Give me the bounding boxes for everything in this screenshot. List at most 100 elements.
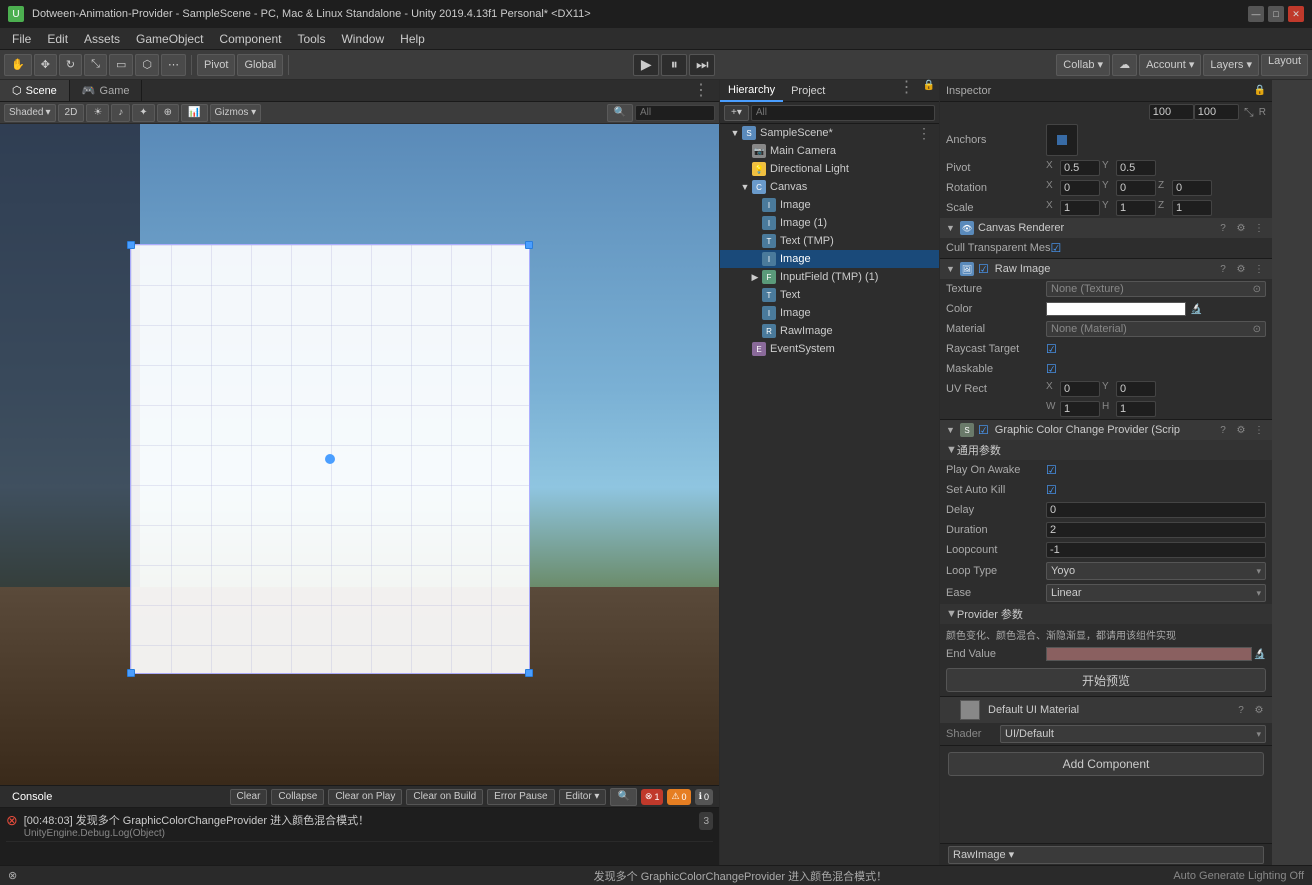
tree-item-samplescene[interactable]: ▼ S SampleScene* ⋮ <box>720 124 939 142</box>
tree-item-maincamera[interactable]: 📷 Main Camera <box>720 142 939 160</box>
gizmos-dropdown[interactable]: Gizmos ▾ <box>210 104 262 122</box>
duration-input[interactable] <box>1046 522 1266 538</box>
rect-tool[interactable]: ▭ <box>109 54 133 76</box>
global-button[interactable]: Global <box>237 54 283 76</box>
tree-item-texttmp[interactable]: T Text (TMP) <box>720 232 939 250</box>
graphic-color-menu[interactable]: ⋮ <box>1252 425 1266 436</box>
collapse-button[interactable]: Collapse <box>271 789 324 805</box>
menu-tools[interactable]: Tools <box>289 30 333 48</box>
default-ui-settings[interactable]: ⚙ <box>1252 705 1266 716</box>
tree-item-directionallight[interactable]: 💡 Directional Light <box>720 160 939 178</box>
rotation-z[interactable] <box>1172 180 1212 196</box>
default-ui-material-header[interactable]: Default UI Material ? ⚙ <box>940 697 1272 723</box>
rawimage-bottom-dropdown[interactable]: RawImage ▾ <box>948 846 1264 864</box>
pivot-button[interactable]: Pivot <box>197 54 235 76</box>
uvrect-y[interactable] <box>1116 381 1156 397</box>
raw-image-enabled[interactable]: ☑ <box>978 262 989 276</box>
tree-item-image1[interactable]: I Image <box>720 196 939 214</box>
rotation-y[interactable] <box>1116 180 1156 196</box>
move-tool[interactable]: ✥ <box>34 54 57 76</box>
play-on-awake-checkbox[interactable]: ☑ <box>1046 463 1057 477</box>
raw-image-menu[interactable]: ⋮ <box>1252 264 1266 275</box>
tree-item-inputfield[interactable]: ▶ F InputField (TMP) (1) <box>720 268 939 286</box>
tree-item-eventsystem[interactable]: E EventSystem <box>720 340 939 358</box>
minimize-button[interactable]: — <box>1248 6 1264 22</box>
effects-toggle[interactable]: ✦ <box>132 104 154 122</box>
tree-item-image2[interactable]: I Image (1) <box>720 214 939 232</box>
maskable-checkbox[interactable]: ☑ <box>1046 362 1057 376</box>
canvas-renderer-settings[interactable]: ⚙ <box>1234 223 1248 234</box>
pause-button[interactable]: ⏸ <box>661 54 687 76</box>
menu-window[interactable]: Window <box>333 30 392 48</box>
search-console-icon[interactable]: 🔍 <box>610 788 636 806</box>
width-input[interactable] <box>1149 104 1194 120</box>
light-toggle[interactable]: ☀ <box>86 104 109 122</box>
shader-dropdown[interactable]: UI/Default ▾ <box>1000 725 1266 743</box>
graphic-color-settings[interactable]: ⚙ <box>1234 425 1248 436</box>
raw-image-help[interactable]: ? <box>1216 264 1230 275</box>
raw-image-header[interactable]: ▼ 🖼 ☑ Raw Image ? ⚙ ⋮ <box>940 259 1272 279</box>
console-tab[interactable]: Console <box>6 791 58 803</box>
loop-type-dropdown[interactable]: Yoyo ▾ <box>1046 562 1266 580</box>
menu-assets[interactable]: Assets <box>76 30 128 48</box>
scale-y[interactable] <box>1116 200 1156 216</box>
preview-button[interactable]: 开始预览 <box>946 668 1266 692</box>
color-swatch[interactable] <box>1046 302 1186 316</box>
nav-toggle[interactable]: ⊕ <box>157 104 179 122</box>
tab-game[interactable]: 🎮 Game <box>70 80 143 101</box>
tree-item-image4[interactable]: I Image <box>720 304 939 322</box>
menu-help[interactable]: Help <box>392 30 433 48</box>
set-auto-kill-checkbox[interactable]: ☑ <box>1046 483 1057 497</box>
rotation-x[interactable] <box>1060 180 1100 196</box>
pivot-x[interactable] <box>1060 160 1100 176</box>
collab-button[interactable]: Collab ▾ <box>1056 54 1110 76</box>
rotate-tool[interactable]: ↻ <box>59 54 82 76</box>
scene-menu-btn[interactable]: ⋮ <box>913 126 935 140</box>
search-icon[interactable]: 🔍 <box>607 104 633 122</box>
handle-bottom-right[interactable] <box>525 669 533 677</box>
handle-top-left[interactable] <box>127 241 135 249</box>
hand-tool[interactable]: ✋ <box>4 54 32 76</box>
hierarchy-search-input[interactable] <box>751 105 935 121</box>
handle-top-right[interactable] <box>525 241 533 249</box>
scene-view[interactable] <box>0 124 719 785</box>
transform-tool[interactable]: ⬡ <box>135 54 159 76</box>
layers-button[interactable]: Layers ▾ <box>1203 54 1259 76</box>
end-value-eyedropper[interactable]: 🔬 <box>1254 649 1266 660</box>
stats-toggle[interactable]: 📊 <box>181 104 207 122</box>
clear-on-build-button[interactable]: Clear on Build <box>406 789 483 805</box>
delay-input[interactable] <box>1046 502 1266 518</box>
cull-transparent-checkbox[interactable]: ☑ <box>1051 241 1062 255</box>
clear-button[interactable]: Clear <box>230 789 268 805</box>
raycast-checkbox[interactable]: ☑ <box>1046 342 1057 356</box>
tab-project[interactable]: Project <box>783 80 833 102</box>
tree-item-image3[interactable]: I Image <box>720 250 939 268</box>
uvrect-x[interactable] <box>1060 381 1100 397</box>
tree-item-text[interactable]: T Text <box>720 286 939 304</box>
canvas-renderer-header[interactable]: ▼ 👁 Canvas Renderer ? ⚙ ⋮ <box>940 218 1272 238</box>
play-button[interactable]: ▶ <box>633 54 659 76</box>
cloud-button[interactable]: ☁ <box>1112 54 1137 76</box>
scene-search-input[interactable] <box>635 105 715 121</box>
handle-bottom-left[interactable] <box>127 669 135 677</box>
console-message-0[interactable]: ⊗ [00:48:03] 发现多个 GraphicColorChangeProv… <box>6 810 713 842</box>
clear-on-play-button[interactable]: Clear on Play <box>328 789 402 805</box>
graphic-color-header[interactable]: ▼ S ☑ Graphic Color Change Provider (Scr… <box>940 420 1272 440</box>
scale-x[interactable] <box>1060 200 1100 216</box>
tab-scene[interactable]: ⬡ Scene <box>0 80 70 101</box>
custom-tool[interactable]: ⋯ <box>161 54 186 76</box>
uvrect-w[interactable] <box>1060 401 1100 417</box>
ease-dropdown[interactable]: Linear ▾ <box>1046 584 1266 602</box>
menu-edit[interactable]: Edit <box>39 30 76 48</box>
graphic-color-help[interactable]: ? <box>1216 425 1230 436</box>
menu-component[interactable]: Component <box>211 30 289 48</box>
color-eyedropper[interactable]: 🔬 <box>1190 304 1202 315</box>
layout-button[interactable]: Layout <box>1261 54 1308 76</box>
account-button[interactable]: Account ▾ <box>1139 54 1201 76</box>
canvas-renderer-menu[interactable]: ⋮ <box>1252 223 1266 234</box>
step-button[interactable]: ⏭ <box>689 54 715 76</box>
close-button[interactable]: ✕ <box>1288 6 1304 22</box>
pivot-y[interactable] <box>1116 160 1156 176</box>
editor-dropdown[interactable]: Editor ▾ <box>559 789 607 805</box>
tree-item-rawimage[interactable]: R RawImage <box>720 322 939 340</box>
